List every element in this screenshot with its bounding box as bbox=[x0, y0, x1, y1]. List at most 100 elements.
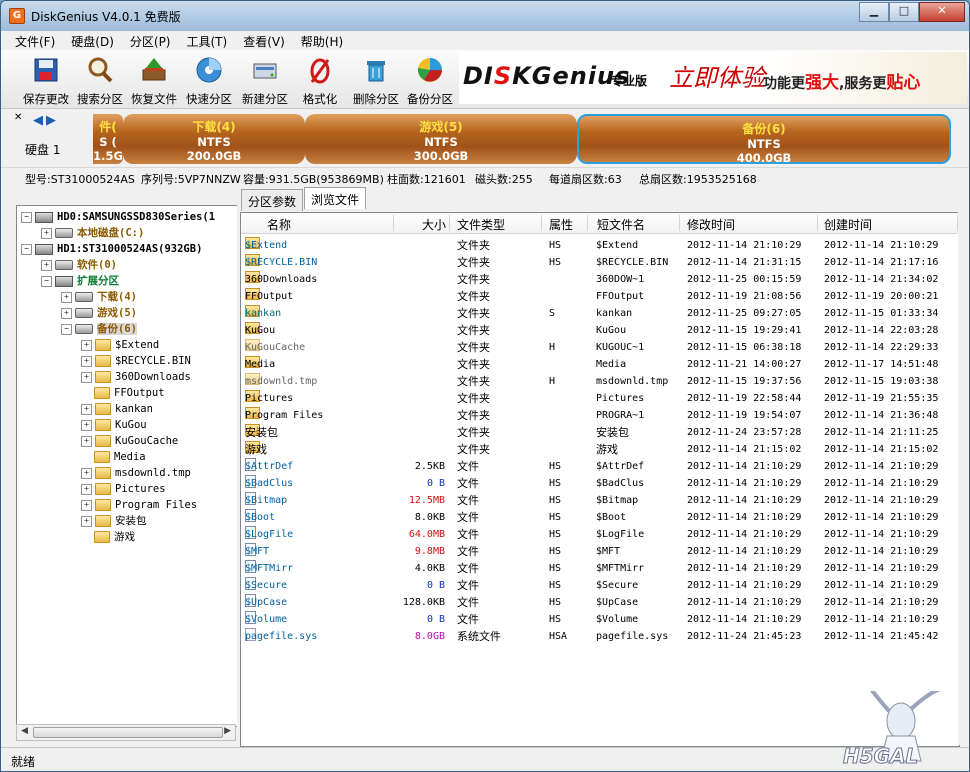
expand-icon[interactable]: + bbox=[81, 419, 92, 431]
col-name[interactable]: 名称 bbox=[267, 216, 291, 233]
menu-disk[interactable]: 硬盘(D) bbox=[63, 31, 122, 49]
tree-folder[interactable]: + kankan bbox=[81, 401, 153, 417]
tree-node-software[interactable]: + 软件(0) bbox=[41, 257, 117, 273]
expand-icon[interactable]: + bbox=[81, 499, 92, 511]
tree-node-hd0[interactable]: − HD0:SAMSUNGSSD830Series(1 bbox=[21, 209, 215, 225]
table-row[interactable]: $RECYCLE.BIN 文件夹 HS $RECYCLE.BIN 2012-11-14 … bbox=[241, 254, 959, 271]
partition-games[interactable]: 游戏(5) NTFS 300.0GB bbox=[305, 114, 577, 164]
table-row[interactable]: $Boot 8.0KB 文件 HS $Boot 2012-11-14 21:10:29 20… bbox=[241, 509, 959, 526]
table-row[interactable]: Pictures 文件夹 Pictures 2012-11-19 22:58:44 20… bbox=[241, 390, 959, 407]
recover-files-button[interactable]: 恢复文件 bbox=[125, 54, 183, 106]
disk-tree[interactable]: − HD0:SAMSUNGSSD830Series(1 + 本地磁盘(C:) − HD… bbox=[16, 205, 238, 727]
table-row[interactable]: $LogFile 64.0MB 文件 HS $LogFile 2012-11-14 21:… bbox=[241, 526, 959, 543]
collapse-icon[interactable]: − bbox=[21, 211, 32, 223]
format-button[interactable]: 格式化 bbox=[291, 54, 349, 106]
backup-partition-button[interactable]: 备份分区 bbox=[401, 54, 459, 106]
search-partition-button[interactable]: 搜索分区 bbox=[71, 54, 129, 106]
expand-icon[interactable]: + bbox=[81, 403, 92, 415]
tree-node-local-disk[interactable]: + 本地磁盘(C:) bbox=[41, 225, 144, 241]
table-row[interactable]: 360Downloads 文件夹 360DOW~1 2012-11-25 00:15:… bbox=[241, 271, 959, 288]
table-row[interactable]: $MFTMirr 4.0KB 文件 HS $MFTMirr 2012-11-14 21:1… bbox=[241, 560, 959, 577]
partition-backup[interactable]: 备份(6) NTFS 400.0GB bbox=[577, 114, 951, 164]
close-button[interactable]: ✕ bbox=[919, 2, 965, 22]
close-disk-icon[interactable]: ✕ bbox=[14, 112, 22, 123]
table-row[interactable]: msdownld.tmp 文件夹 Hmsdownld.tmp 2012-11-15 1… bbox=[241, 373, 959, 390]
quick-partition-button[interactable]: 快速分区 bbox=[180, 54, 238, 106]
expand-icon[interactable]: + bbox=[81, 371, 92, 383]
new-partition-button[interactable]: 新建分区 bbox=[236, 54, 294, 106]
expand-icon[interactable]: + bbox=[61, 307, 72, 319]
expand-icon[interactable]: + bbox=[81, 467, 92, 479]
tree-folder[interactable]: + 安装包 bbox=[81, 513, 147, 529]
tree-folder[interactable]: Media bbox=[94, 449, 146, 465]
expand-icon[interactable]: + bbox=[41, 259, 52, 271]
table-row[interactable]: 安装包 文件夹 安装包 2012-11-24 23:57:28 2012-11-14 2… bbox=[241, 424, 959, 441]
menu-help[interactable]: 帮助(H) bbox=[293, 31, 351, 49]
collapse-icon[interactable]: − bbox=[21, 243, 32, 255]
scroll-thumb[interactable] bbox=[33, 727, 223, 738]
delete-partition-button[interactable]: 删除分区 bbox=[347, 54, 405, 106]
title-bar[interactable]: G DiskGenius V4.0.1 免费版 ▁ □ ✕ bbox=[1, 1, 969, 31]
collapse-icon[interactable]: − bbox=[41, 275, 52, 287]
maximize-button[interactable]: □ bbox=[889, 2, 919, 22]
col-size[interactable]: 大小 bbox=[422, 216, 446, 233]
file-list[interactable]: 名称 大小 文件类型 属性 短文件名 修改时间 创建时间 $Extend 文件夹 H… bbox=[240, 212, 960, 747]
tree-folder[interactable]: FFOutput bbox=[94, 385, 165, 401]
tree-folder[interactable]: + Program Files bbox=[81, 497, 197, 513]
menu-view[interactable]: 查看(V) bbox=[235, 31, 293, 49]
expand-icon[interactable]: + bbox=[81, 483, 92, 495]
table-row[interactable]: $UpCase 128.0KB 文件 HS $UpCase 2012-11-14 21:1… bbox=[241, 594, 959, 611]
expand-icon[interactable]: + bbox=[81, 339, 92, 351]
tree-folder[interactable]: + $Extend bbox=[81, 337, 159, 353]
table-row[interactable]: $AttrDef 2.5KB 文件 HS $AttrDef 2012-11-14 21:1… bbox=[241, 458, 959, 475]
tree-folder[interactable]: 游戏 bbox=[94, 529, 135, 545]
tree-folder[interactable]: + msdownld.tmp bbox=[81, 465, 191, 481]
menu-file[interactable]: 文件(F) bbox=[7, 31, 63, 49]
tree-folder[interactable]: + KuGou bbox=[81, 417, 147, 433]
table-row[interactable]: Media 文件夹 Media 2012-11-21 14:00:27 2012-11-… bbox=[241, 356, 959, 373]
table-row[interactable]: kankan 文件夹 Skankan 2012-11-25 09:27:05 2012-… bbox=[241, 305, 959, 322]
table-row[interactable]: $BadClus 0 B 文件 HS $BadClus 2012-11-14 21:10:… bbox=[241, 475, 959, 492]
expand-icon[interactable]: + bbox=[81, 515, 92, 527]
table-row[interactable]: $Extend 文件夹 HS $Extend 2012-11-14 21:10:29 20… bbox=[241, 237, 959, 254]
tree-node-extended[interactable]: − 扩展分区 bbox=[41, 273, 119, 289]
menu-partition[interactable]: 分区(P) bbox=[122, 31, 179, 49]
col-modified[interactable]: 修改时间 bbox=[687, 216, 735, 233]
expand-icon[interactable]: + bbox=[61, 291, 72, 303]
tree-node-hd1[interactable]: − HD1:ST31000524AS(932GB) bbox=[21, 241, 202, 257]
table-row[interactable]: 游戏 文件夹 游戏 2012-11-14 21:15:02 2012-11-14 21:… bbox=[241, 441, 959, 458]
table-row[interactable]: KuGouCache 文件夹 H KUGOUC~1 2012-11-15 06:38:1… bbox=[241, 339, 959, 356]
tree-horizontal-scrollbar[interactable]: ◀ ▶ bbox=[16, 724, 236, 741]
tree-node-download[interactable]: + 下载(4) bbox=[61, 289, 137, 305]
col-attr[interactable]: 属性 bbox=[549, 216, 573, 233]
tab-partition-params[interactable]: 分区参数 bbox=[241, 189, 304, 211]
scroll-left-icon[interactable]: ◀ bbox=[21, 726, 28, 736]
expand-icon[interactable]: + bbox=[81, 435, 92, 447]
collapse-icon[interactable]: − bbox=[61, 323, 72, 335]
tree-folder[interactable]: + KuGouCache bbox=[81, 433, 178, 449]
table-row[interactable]: FFOutput 文件夹 FFOutput 2012-11-19 21:08:56 20… bbox=[241, 288, 959, 305]
scroll-right-icon[interactable]: ▶ bbox=[224, 726, 231, 736]
table-row[interactable]: KuGou 文件夹 KuGou 2012-11-15 19:29:41 2012-11-… bbox=[241, 322, 959, 339]
col-type[interactable]: 文件类型 bbox=[457, 216, 505, 233]
table-row[interactable]: $Bitmap 12.5MB 文件 HS $Bitmap 2012-11-14 21:10… bbox=[241, 492, 959, 509]
tree-node-backup[interactable]: − 备份(6) bbox=[61, 321, 137, 337]
table-row[interactable]: $Volume 0 B 文件 HS $Volume 2012-11-14 21:10:29… bbox=[241, 611, 959, 628]
promo-banner[interactable]: DISKGenius 专业版 立即体验 功能更强大,服务更贴心 bbox=[459, 52, 967, 104]
tree-folder[interactable]: + Pictures bbox=[81, 481, 166, 497]
tree-folder[interactable]: + $RECYCLE.BIN bbox=[81, 353, 191, 369]
partition-download[interactable]: 下载(4) NTFS 200.0GB bbox=[123, 114, 305, 164]
file-list-scrollbar[interactable] bbox=[958, 212, 969, 745]
table-row[interactable]: $MFT 9.8MB 文件 HS $MFT 2012-11-14 21:10:29 2012… bbox=[241, 543, 959, 560]
expand-icon[interactable]: + bbox=[81, 355, 92, 367]
save-changes-button[interactable]: 保存更改 bbox=[17, 54, 75, 106]
menu-tools[interactable]: 工具(T) bbox=[179, 31, 236, 49]
disk-nav-arrows[interactable]: ◀▶ bbox=[33, 113, 59, 128]
partition-software[interactable]: 件( S ( 1.5G bbox=[93, 114, 123, 164]
minimize-button[interactable]: ▁ bbox=[859, 2, 889, 22]
expand-icon[interactable]: + bbox=[41, 227, 52, 239]
tree-folder[interactable]: +360Downloads bbox=[81, 369, 191, 385]
col-short-name[interactable]: 短文件名 bbox=[597, 216, 645, 233]
col-created[interactable]: 创建时间 bbox=[824, 216, 872, 233]
table-row[interactable]: $Secure 0 B 文件 HS $Secure 2012-11-14 21:10:29… bbox=[241, 577, 959, 594]
